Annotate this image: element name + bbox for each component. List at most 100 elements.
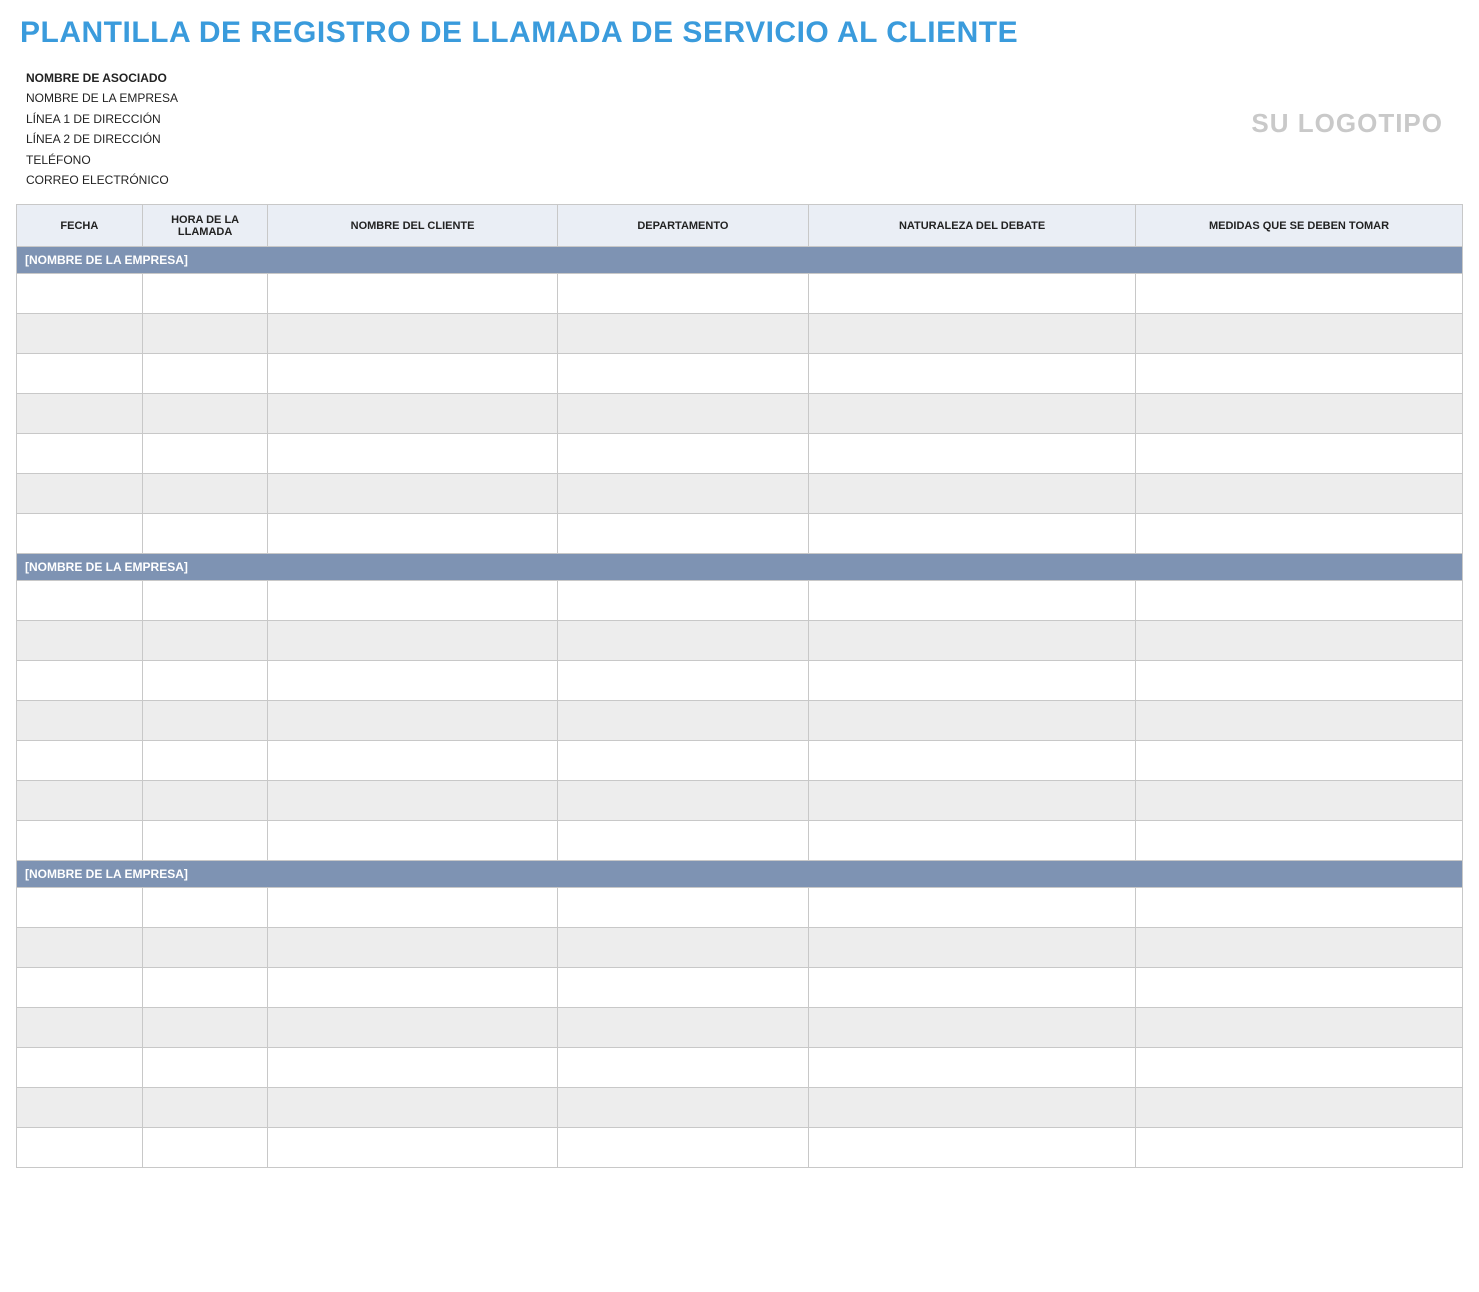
cell-departamento[interactable] <box>557 474 808 514</box>
cell-departamento[interactable] <box>557 354 808 394</box>
cell-cliente[interactable] <box>268 781 557 821</box>
cell-medidas[interactable] <box>1136 434 1463 474</box>
cell-hora[interactable] <box>142 1048 268 1088</box>
cell-naturaleza[interactable] <box>809 434 1136 474</box>
cell-medidas[interactable] <box>1136 581 1463 621</box>
cell-medidas[interactable] <box>1136 661 1463 701</box>
cell-cliente[interactable] <box>268 314 557 354</box>
cell-hora[interactable] <box>142 354 268 394</box>
cell-departamento[interactable] <box>557 514 808 554</box>
cell-cliente[interactable] <box>268 888 557 928</box>
cell-naturaleza[interactable] <box>809 661 1136 701</box>
cell-fecha[interactable] <box>17 968 143 1008</box>
cell-naturaleza[interactable] <box>809 581 1136 621</box>
cell-cliente[interactable] <box>268 821 557 861</box>
cell-naturaleza[interactable] <box>809 701 1136 741</box>
cell-medidas[interactable] <box>1136 354 1463 394</box>
cell-medidas[interactable] <box>1136 474 1463 514</box>
cell-hora[interactable] <box>142 514 268 554</box>
cell-medidas[interactable] <box>1136 1088 1463 1128</box>
cell-naturaleza[interactable] <box>809 1088 1136 1128</box>
cell-medidas[interactable] <box>1136 394 1463 434</box>
cell-fecha[interactable] <box>17 394 143 434</box>
cell-naturaleza[interactable] <box>809 781 1136 821</box>
cell-naturaleza[interactable] <box>809 928 1136 968</box>
cell-naturaleza[interactable] <box>809 621 1136 661</box>
cell-naturaleza[interactable] <box>809 474 1136 514</box>
cell-departamento[interactable] <box>557 701 808 741</box>
cell-cliente[interactable] <box>268 354 557 394</box>
cell-cliente[interactable] <box>268 434 557 474</box>
cell-cliente[interactable] <box>268 474 557 514</box>
cell-fecha[interactable] <box>17 661 143 701</box>
cell-fecha[interactable] <box>17 1048 143 1088</box>
cell-fecha[interactable] <box>17 274 143 314</box>
cell-naturaleza[interactable] <box>809 354 1136 394</box>
cell-naturaleza[interactable] <box>809 968 1136 1008</box>
cell-medidas[interactable] <box>1136 781 1463 821</box>
cell-fecha[interactable] <box>17 888 143 928</box>
cell-hora[interactable] <box>142 661 268 701</box>
cell-departamento[interactable] <box>557 928 808 968</box>
cell-departamento[interactable] <box>557 1008 808 1048</box>
cell-cliente[interactable] <box>268 661 557 701</box>
cell-naturaleza[interactable] <box>809 821 1136 861</box>
cell-cliente[interactable] <box>268 968 557 1008</box>
cell-medidas[interactable] <box>1136 701 1463 741</box>
cell-medidas[interactable] <box>1136 928 1463 968</box>
cell-cliente[interactable] <box>268 701 557 741</box>
cell-medidas[interactable] <box>1136 888 1463 928</box>
cell-hora[interactable] <box>142 621 268 661</box>
cell-departamento[interactable] <box>557 661 808 701</box>
cell-fecha[interactable] <box>17 354 143 394</box>
cell-cliente[interactable] <box>268 621 557 661</box>
cell-cliente[interactable] <box>268 1048 557 1088</box>
cell-cliente[interactable] <box>268 581 557 621</box>
cell-cliente[interactable] <box>268 1088 557 1128</box>
cell-fecha[interactable] <box>17 928 143 968</box>
cell-cliente[interactable] <box>268 1008 557 1048</box>
cell-fecha[interactable] <box>17 821 143 861</box>
cell-naturaleza[interactable] <box>809 741 1136 781</box>
cell-hora[interactable] <box>142 314 268 354</box>
cell-departamento[interactable] <box>557 741 808 781</box>
cell-departamento[interactable] <box>557 434 808 474</box>
cell-fecha[interactable] <box>17 314 143 354</box>
cell-medidas[interactable] <box>1136 621 1463 661</box>
cell-hora[interactable] <box>142 968 268 1008</box>
cell-departamento[interactable] <box>557 314 808 354</box>
cell-naturaleza[interactable] <box>809 888 1136 928</box>
cell-departamento[interactable] <box>557 394 808 434</box>
cell-hora[interactable] <box>142 581 268 621</box>
cell-departamento[interactable] <box>557 1128 808 1168</box>
cell-medidas[interactable] <box>1136 968 1463 1008</box>
cell-cliente[interactable] <box>268 928 557 968</box>
cell-departamento[interactable] <box>557 581 808 621</box>
cell-hora[interactable] <box>142 741 268 781</box>
cell-medidas[interactable] <box>1136 314 1463 354</box>
cell-cliente[interactable] <box>268 514 557 554</box>
cell-fecha[interactable] <box>17 781 143 821</box>
cell-departamento[interactable] <box>557 621 808 661</box>
cell-hora[interactable] <box>142 274 268 314</box>
cell-departamento[interactable] <box>557 1048 808 1088</box>
cell-departamento[interactable] <box>557 888 808 928</box>
cell-naturaleza[interactable] <box>809 394 1136 434</box>
cell-hora[interactable] <box>142 1008 268 1048</box>
cell-hora[interactable] <box>142 928 268 968</box>
cell-departamento[interactable] <box>557 1088 808 1128</box>
cell-naturaleza[interactable] <box>809 314 1136 354</box>
cell-hora[interactable] <box>142 888 268 928</box>
cell-medidas[interactable] <box>1136 821 1463 861</box>
cell-cliente[interactable] <box>268 274 557 314</box>
cell-naturaleza[interactable] <box>809 1128 1136 1168</box>
cell-hora[interactable] <box>142 474 268 514</box>
cell-hora[interactable] <box>142 1088 268 1128</box>
cell-fecha[interactable] <box>17 1088 143 1128</box>
cell-hora[interactable] <box>142 1128 268 1168</box>
cell-naturaleza[interactable] <box>809 1048 1136 1088</box>
cell-naturaleza[interactable] <box>809 1008 1136 1048</box>
cell-medidas[interactable] <box>1136 1128 1463 1168</box>
cell-fecha[interactable] <box>17 514 143 554</box>
cell-fecha[interactable] <box>17 434 143 474</box>
